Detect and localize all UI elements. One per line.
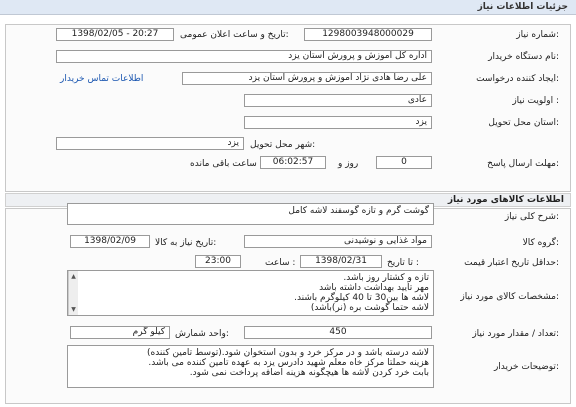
validity-label: حداقل تاریخ اعتبار قیمت: (464, 258, 559, 268)
buyer-org-field: اداره کل آموزش و پرورش استان یزد (56, 50, 432, 63)
province-field: یزد (244, 116, 432, 129)
specs-line: لاشه ها بین30 تا 40 کیلوگرم باشند. (294, 293, 429, 303)
deadline-days-field: 0 (376, 156, 432, 169)
day-label: روز و (338, 159, 359, 169)
goods-section-title: اطلاعات کالاهای مورد نیاز (447, 195, 564, 205)
specs-label: مشخصات کالای مورد نیاز: (460, 292, 559, 302)
quantity-label: تعداد / مقدار مورد نیاز: (472, 329, 559, 339)
hour-label: ساعت : (265, 258, 296, 268)
scroll-down-icon[interactable]: ▼ (70, 306, 77, 313)
buyer-notes-line: بابت خرد کردن لاشه ها هیچگونه هزینه اضاف… (189, 368, 429, 378)
page-title: جزئیات اطلاعات نیاز (477, 2, 568, 12)
summary-field: گوشت گرم و تازه گوسفند لاشه کامل (67, 203, 434, 225)
buyer-org-label: نام دستگاه خریدار: (488, 52, 559, 62)
specs-line: لاشه حتما گوشت بره (نر)باشد) (310, 303, 429, 313)
unit-field: کیلو گرم (70, 326, 170, 339)
specs-line: تازه و کشتار روز باشد. (343, 273, 429, 283)
deadline-label: مهلت ارسال پاسخ: (487, 159, 559, 169)
city-field: یزد (56, 137, 244, 150)
buyer-notes-label: توضیحات خریدار: (493, 362, 559, 372)
need-date-field: 1398/02/09 (70, 235, 150, 248)
buyer-notes-line: هزینه حملتا مرکز خاه معلم شهید دادرس یزد… (148, 358, 429, 368)
scroll-up-icon[interactable]: ▲ (70, 273, 77, 280)
need-number-field: 1298003948000029 (304, 28, 432, 41)
group-field: مواد غذایی و نوشیدنی (244, 235, 432, 248)
priority-label: اولویت نیاز : (512, 96, 559, 106)
specs-scrollbar[interactable]: ▲ ▼ (68, 271, 78, 315)
unit-label: واحد شمارش: (175, 329, 229, 339)
until-date-label: تا تاریخ : (387, 258, 419, 268)
hour-field: 23:00 (195, 255, 241, 268)
announce-label: تاریخ و ساعت اعلان عمومی: (180, 30, 289, 40)
creator-field: علی رضا هادی نژاد آموزش و پرورش استان یز… (182, 72, 432, 85)
need-number-label: شماره نیاز: (516, 30, 559, 40)
province-label: استان محل تحویل: (488, 118, 559, 128)
specs-textarea[interactable]: تازه و کشتار روز باشد. مهر تایید بهداشت … (67, 270, 434, 316)
specs-line: مهر تایید بهداشت داشته باشد (319, 283, 429, 293)
remaining-label: ساعت باقی مانده (190, 159, 257, 169)
need-date-label: تاریخ نیاز به کالا: (155, 238, 217, 248)
page-header: جزئیات اطلاعات نیاز (0, 0, 576, 15)
until-date-field: 1398/02/31 (300, 255, 382, 268)
buyer-notes-line: لاشه درسته باشد و در مرکز خرد و بدون است… (146, 348, 429, 358)
city-label: شهر محل تحویل: (250, 140, 316, 150)
priority-field: عادی (244, 94, 432, 107)
announce-datetime-field: 1398/02/05 - 20:27 (56, 28, 174, 41)
creator-label: ایجاد کننده درخواست: (476, 74, 559, 84)
buyer-contact-link[interactable]: اطلاعات تماس خریدار (60, 74, 143, 84)
buyer-notes-field: لاشه درسته باشد و در مرکز خرد و بدون است… (67, 345, 434, 388)
group-label: گروه کالا: (522, 238, 559, 248)
quantity-field: 450 (244, 326, 432, 339)
summary-label: شرح کلی نیاز: (504, 212, 559, 222)
deadline-time-field: 06:02:57 (260, 156, 326, 169)
